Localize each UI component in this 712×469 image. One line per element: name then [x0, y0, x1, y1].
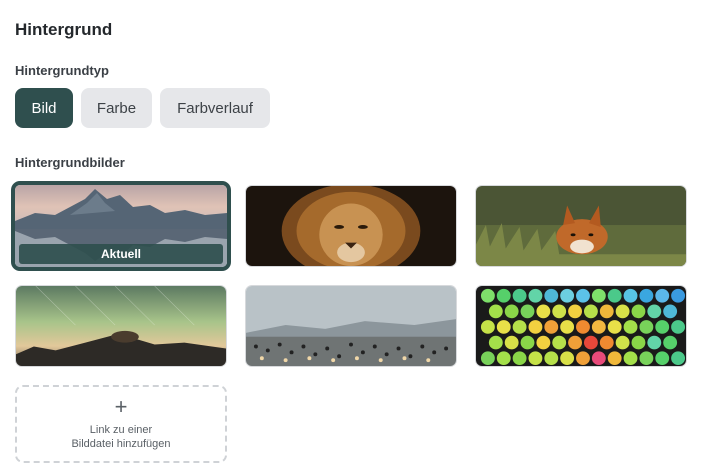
- penguin-colony-image-tile[interactable]: [245, 285, 457, 367]
- colorful-spheres-image-tile[interactable]: [475, 285, 687, 367]
- fox-image: [476, 186, 686, 266]
- background-images-label: Hintergrundbilder: [15, 155, 125, 170]
- add-image-link-button[interactable]: + Link zu einer Bilddatei hinzufügen: [15, 385, 227, 463]
- background-type-label: Hintergrundtyp: [15, 63, 109, 78]
- farbe-option-label: Farbe: [96, 99, 137, 117]
- fox-image-tile[interactable]: [475, 185, 687, 267]
- bild-option-label: Bild: [31, 99, 57, 117]
- farbverlauf-option-button[interactable]: Farbverlauf: [160, 88, 270, 128]
- lion-image-tile[interactable]: [245, 185, 457, 267]
- aurora-image: [16, 286, 226, 366]
- aurora-image-tile[interactable]: [15, 285, 227, 367]
- add-image-link-label: Link zu einer Bilddatei hinzufügen: [71, 423, 170, 451]
- current-badge: Aktuell: [19, 244, 223, 264]
- plus-icon: +: [114, 394, 128, 419]
- lion-image: [246, 186, 456, 266]
- penguin-colony-image: [246, 286, 456, 366]
- farbverlauf-option-label: Farbverlauf: [177, 99, 253, 117]
- page-title: Hintergrund: [15, 20, 113, 39]
- add-image-link-line1: Link zu einer: [89, 424, 153, 436]
- farbe-option-button[interactable]: Farbe: [81, 88, 152, 128]
- bild-option-button[interactable]: Bild: [15, 88, 73, 128]
- mountain-lake-image-tile[interactable]: Aktuell: [11, 181, 231, 271]
- colorful-spheres-image: [476, 286, 686, 366]
- add-image-link-line2: Bilddatei hinzufügen: [71, 438, 171, 450]
